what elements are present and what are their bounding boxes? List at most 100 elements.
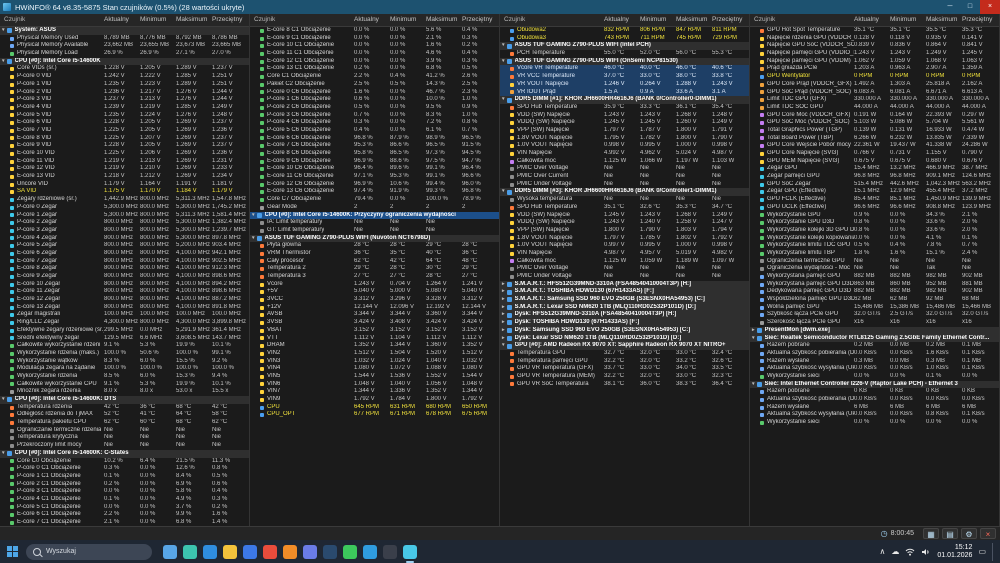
- sensor-row[interactable]: Aktualna szybkość pobierania (DL)0.0 KB/…: [750, 350, 999, 358]
- sensor-row[interactable]: Wykorzystanie sieci0.0 %0.0 %0.1 %0.0 %: [750, 373, 999, 381]
- sensor-row[interactable]: Core VIDs (śr.)1.228 V1.205 V1.289 V1.23…: [0, 65, 249, 73]
- sensor-row[interactable]: E-core 9 C1 Obciążenie0.0 %0.0 %2.1 %0.3…: [250, 35, 499, 43]
- sensor-row[interactable]: VTT1.112 V1.104 V1.112 V1.112 V: [250, 335, 499, 343]
- sensor-row[interactable]: Core C0 Obciążenie10.2 %6.4 %21.5 %11.3 …: [0, 458, 249, 466]
- sensor-row[interactable]: Dedykowana pamięć GPU D3D882 MB882 MB982…: [750, 288, 999, 296]
- sensor-row[interactable]: P-core 0 Zegar5,300.0 MHz800.0 MHz5,300.…: [0, 204, 249, 212]
- sensor-section-header[interactable]: ▾ASUS TUF GAMING Z790-PLUS WIFI (Intel P…: [500, 42, 749, 50]
- sensor-section-header[interactable]: ▾GPU [#0]: AMD Radeon RX 9070 XT: Sapphi…: [500, 342, 749, 350]
- sensor-row[interactable]: Zegary rdzeniowe (śr.)1,442.9 MHz800.0 M…: [0, 196, 249, 204]
- sensor-section-header[interactable]: ▾DDR5 DIMM [#3]: KHOR JH6600HR4616J6 (BA…: [500, 188, 749, 196]
- sensor-row[interactable]: E-core 7 VID1.225 V1.205 V1.269 V1.236 V: [0, 127, 249, 135]
- sensor-row[interactable]: Zegar GPU (Effective)15.1 MHz12.9 MHz455…: [750, 188, 999, 196]
- sensor-row[interactable]: E-core 7 Zegar800.0 MHz800.0 MHz4,100.0 …: [0, 258, 249, 266]
- sensor-row[interactable]: Razem wysłane6 MB6 MB6 MB6 MB: [750, 404, 999, 412]
- column-header[interactable]: Maksimum: [676, 14, 712, 26]
- sensor-row[interactable]: P-core 3 VID1.237 V1.213 V1.276 V1.244 V: [0, 96, 249, 104]
- chevron-right-icon[interactable]: ▸: [502, 304, 505, 312]
- steam-icon[interactable]: [323, 545, 337, 559]
- onedrive-icon[interactable]: ☁: [891, 540, 899, 563]
- sensor-row[interactable]: E-core 13 Zegar800.0 MHz800.0 MHz4,100.0…: [0, 304, 249, 312]
- sensor-row[interactable]: P-core 5 C1 Obciążenie0.0 %0.0 %3.7 %0.2…: [0, 504, 249, 512]
- sensor-row[interactable]: VIN31.032 V1.024 V1.040 V1.032 V: [250, 358, 499, 366]
- sensor-row[interactable]: E-core 11 C1 Obciążenie0.0 %0.0 %4.6 %0.…: [250, 50, 499, 58]
- sensor-section-header[interactable]: ▾ASUS TUF GAMING Z790-PLUS WIFI (Nuvoton…: [250, 235, 499, 243]
- column-header[interactable]: Aktualny: [354, 14, 390, 26]
- sensor-row[interactable]: Szybkość łącza PCIe GPU32.0 GT/s2.5 GT/s…: [750, 311, 999, 319]
- sensor-row[interactable]: E-core 8 C6 Obciążenie95.8 %86.5 %97.3 %…: [250, 150, 499, 158]
- sensor-row[interactable]: Płyta główna28 °C28 °C29 °C28 °C: [250, 242, 499, 250]
- chevron-right-icon[interactable]: ▸: [502, 327, 505, 335]
- chevron-down-icon[interactable]: ▾: [502, 96, 505, 104]
- sensor-row[interactable]: Napięcie pamięci GPU (VDDIO_MEM)1.243 V1…: [750, 50, 999, 58]
- sensor-row[interactable]: Temperatura 327 °C27 °C28 °C27 °C: [250, 273, 499, 281]
- column-header[interactable]: Maksimum: [426, 14, 462, 26]
- sensor-row[interactable]: VR IOUT Prąd1.5 A0.9 A33.6 A3.1 A: [500, 89, 749, 97]
- chevron-down-icon[interactable]: ▾: [502, 42, 505, 50]
- microsoft-store-icon[interactable]: [243, 545, 257, 559]
- column-header[interactable]: Aktualny: [604, 14, 640, 26]
- sensor-row[interactable]: P-core 2 C6 Obciążenie0.5 %0.0 %9.5 %0.9…: [250, 104, 499, 112]
- sensor-row[interactable]: P-core 2 Zegar800.0 MHz800.0 MHz5,300.0 …: [0, 219, 249, 227]
- sensor-row[interactable]: Mnożnik zegara rdzenia8.0 x8.0 x53.0 x15…: [0, 388, 249, 396]
- column-header[interactable]: Przeciętny: [462, 14, 498, 26]
- column-header[interactable]: Czujnik: [750, 14, 854, 26]
- sensor-row[interactable]: Współdzielona pamięć GPU D3D62 MB62 MB92…: [750, 296, 999, 304]
- column-header[interactable]: Czujnik: [0, 14, 104, 26]
- sensor-row[interactable]: 3VCC3.312 V3.296 V3.328 V3.312 V: [250, 296, 499, 304]
- sensor-row[interactable]: VRM Thermistor36 °C35 °C40 °C36 °C: [250, 250, 499, 258]
- sensor-section-header[interactable]: ▾Sieć: Intel Ethernet Controller I226-V …: [750, 381, 999, 389]
- sensor-row[interactable]: E-core 11 VID1.219 V1.213 V1.269 V1.231 …: [0, 158, 249, 166]
- chevron-down-icon[interactable]: ▾: [752, 335, 755, 343]
- sensor-row[interactable]: VIN Napięcie4.987 V4.957 V5.019 V4.982 V: [500, 250, 749, 258]
- sensor-row[interactable]: VIN21.512 V1.504 V1.520 V1.512 V: [250, 350, 499, 358]
- hwinfo-icon[interactable]: [403, 545, 417, 559]
- sensor-row[interactable]: Całkowite wykorzystanie CPU9.1 %5.3 %19.…: [0, 381, 249, 389]
- chevron-down-icon[interactable]: ▾: [252, 212, 255, 220]
- sensor-row[interactable]: PCH Temperature55.0 °C52.0 °C56.0 °C55.3…: [500, 50, 749, 58]
- sensor-row[interactable]: GPU SoC Prąd (VDDCR_SOC)6.083 A6.081 A6.…: [750, 89, 999, 97]
- sensor-row[interactable]: E-core 13 VID1.218 V1.212 V1.269 V1.234 …: [0, 173, 249, 181]
- sensor-row[interactable]: E-core 8 Zegar800.0 MHz800.0 MHz4,100.0 …: [0, 265, 249, 273]
- sensor-section-header[interactable]: ▾CPU [#0]: Intel Core i5-14600K: C-State…: [0, 450, 249, 458]
- sensor-row[interactable]: Vcore VR Temperature46.0 °C40.0 °C46.0 °…: [500, 65, 749, 73]
- sensor-row[interactable]: GPU Core Napięcie (SVI3)0.766 V0.731 V1.…: [750, 150, 999, 158]
- sensor-row[interactable]: P-core 5 Zegar800.0 MHz800.0 MHz5,200.0 …: [0, 242, 249, 250]
- sensor-row[interactable]: Wykorzystanie limitu TDC GPU0.5 %0.4 %7.…: [750, 242, 999, 250]
- sensor-row[interactable]: VIN61.048 V1.040 V1.056 V1.048 V: [250, 381, 499, 389]
- sensor-row[interactable]: VIN71.344 V1.336 V1.352 V1.344 V: [250, 388, 499, 396]
- file-explorer-icon[interactable]: [223, 545, 237, 559]
- sensor-row[interactable]: P-core 5 VID1.235 V1.224 V1.276 V1.248 V: [0, 112, 249, 120]
- column-header[interactable]: Minimum: [640, 14, 676, 26]
- sensor-row[interactable]: VPP (SW) Napięcie1.797 V1.787 V1.800 V1.…: [500, 127, 749, 135]
- sensor-row[interactable]: 1.0V VOUT Napięcie0.998 V0.995 V1.000 V0…: [500, 142, 749, 150]
- sensor-row[interactable]: PMIC Under VoltageNieNieNieNie: [500, 181, 749, 189]
- sensor-row[interactable]: Razem pobrane0.2 MB0.0 MB0.2 MB0.1 MB: [750, 342, 999, 350]
- sensor-row[interactable]: Gear Mode2222: [250, 204, 499, 212]
- sensor-row[interactable]: Wykorzystanie sieci0.0 %0.0 %0.0 %0.0 %: [750, 419, 999, 427]
- terminal-icon[interactable]: [383, 545, 397, 559]
- sensor-row[interactable]: PMIC Over CurrentNieNieNieNie: [500, 173, 749, 181]
- sensor-row[interactable]: Wykorzystanie kolejki kopiowania GPU D3D…: [750, 235, 999, 243]
- sensor-row[interactable]: GPU SoC Moc (VDDCR_SOC)5.103 W5.086 W5.7…: [750, 119, 999, 127]
- sensor-row[interactable]: Wykorzystanie GPU0.9 %0.0 %34.3 %2.1 %: [750, 212, 999, 220]
- sensor-section-header[interactable]: ▾DDR5 DIMM [#1]: KHOR JH6600HR4616J6 (BA…: [500, 96, 749, 104]
- firefox-icon[interactable]: [283, 545, 297, 559]
- sensor-row[interactable]: E-core 10 VID1.225 V1.206 V1.269 V1.236 …: [0, 150, 249, 158]
- sensor-row[interactable]: +12V12.144 V12.096 V12.192 V12.144 V: [250, 304, 499, 312]
- sensor-row[interactable]: Wysoka temperaturaNieNieNieNie: [500, 196, 749, 204]
- sensor-row[interactable]: E-core 6 Zegar800.0 MHz800.0 MHz4,100.0 …: [0, 250, 249, 258]
- chevron-down-icon[interactable]: ▾: [2, 58, 5, 66]
- sensor-section-header[interactable]: ▾ASUS TUF GAMING Z790-PLUS WIFI (OnSemi …: [500, 58, 749, 66]
- sensor-section-header[interactable]: ▸S.M.A.R.T.: TOSHIBA HDWD130 (67H1433AS)…: [500, 288, 749, 296]
- sensor-row[interactable]: Limit TDC GPU (GFX)330.000 A330.000 A330…: [750, 96, 999, 104]
- column-header[interactable]: Czujnik: [500, 14, 604, 26]
- close-icon[interactable]: ×: [980, 0, 1000, 14]
- chevron-right-icon[interactable]: ▸: [502, 281, 505, 289]
- sensor-row[interactable]: 3VSB3.424 V3.408 V3.424 V3.424 V: [250, 319, 499, 327]
- sensor-row[interactable]: Aktualna szybkość wysyłania (UP)0.0 KB/s…: [750, 365, 999, 373]
- sensor-row[interactable]: E-core 11 C6 Obciążenie97.1 %95.3 %99.1 …: [250, 173, 499, 181]
- column-header[interactable]: Aktualny: [854, 14, 890, 26]
- sensor-row[interactable]: E-core 10 C1 Obciążenie0.0 %0.0 %1.6 %0.…: [250, 42, 499, 50]
- sensor-row[interactable]: E-core 13 C1 Obciążenie0.2 %0.0 %6.8 %0.…: [250, 65, 499, 73]
